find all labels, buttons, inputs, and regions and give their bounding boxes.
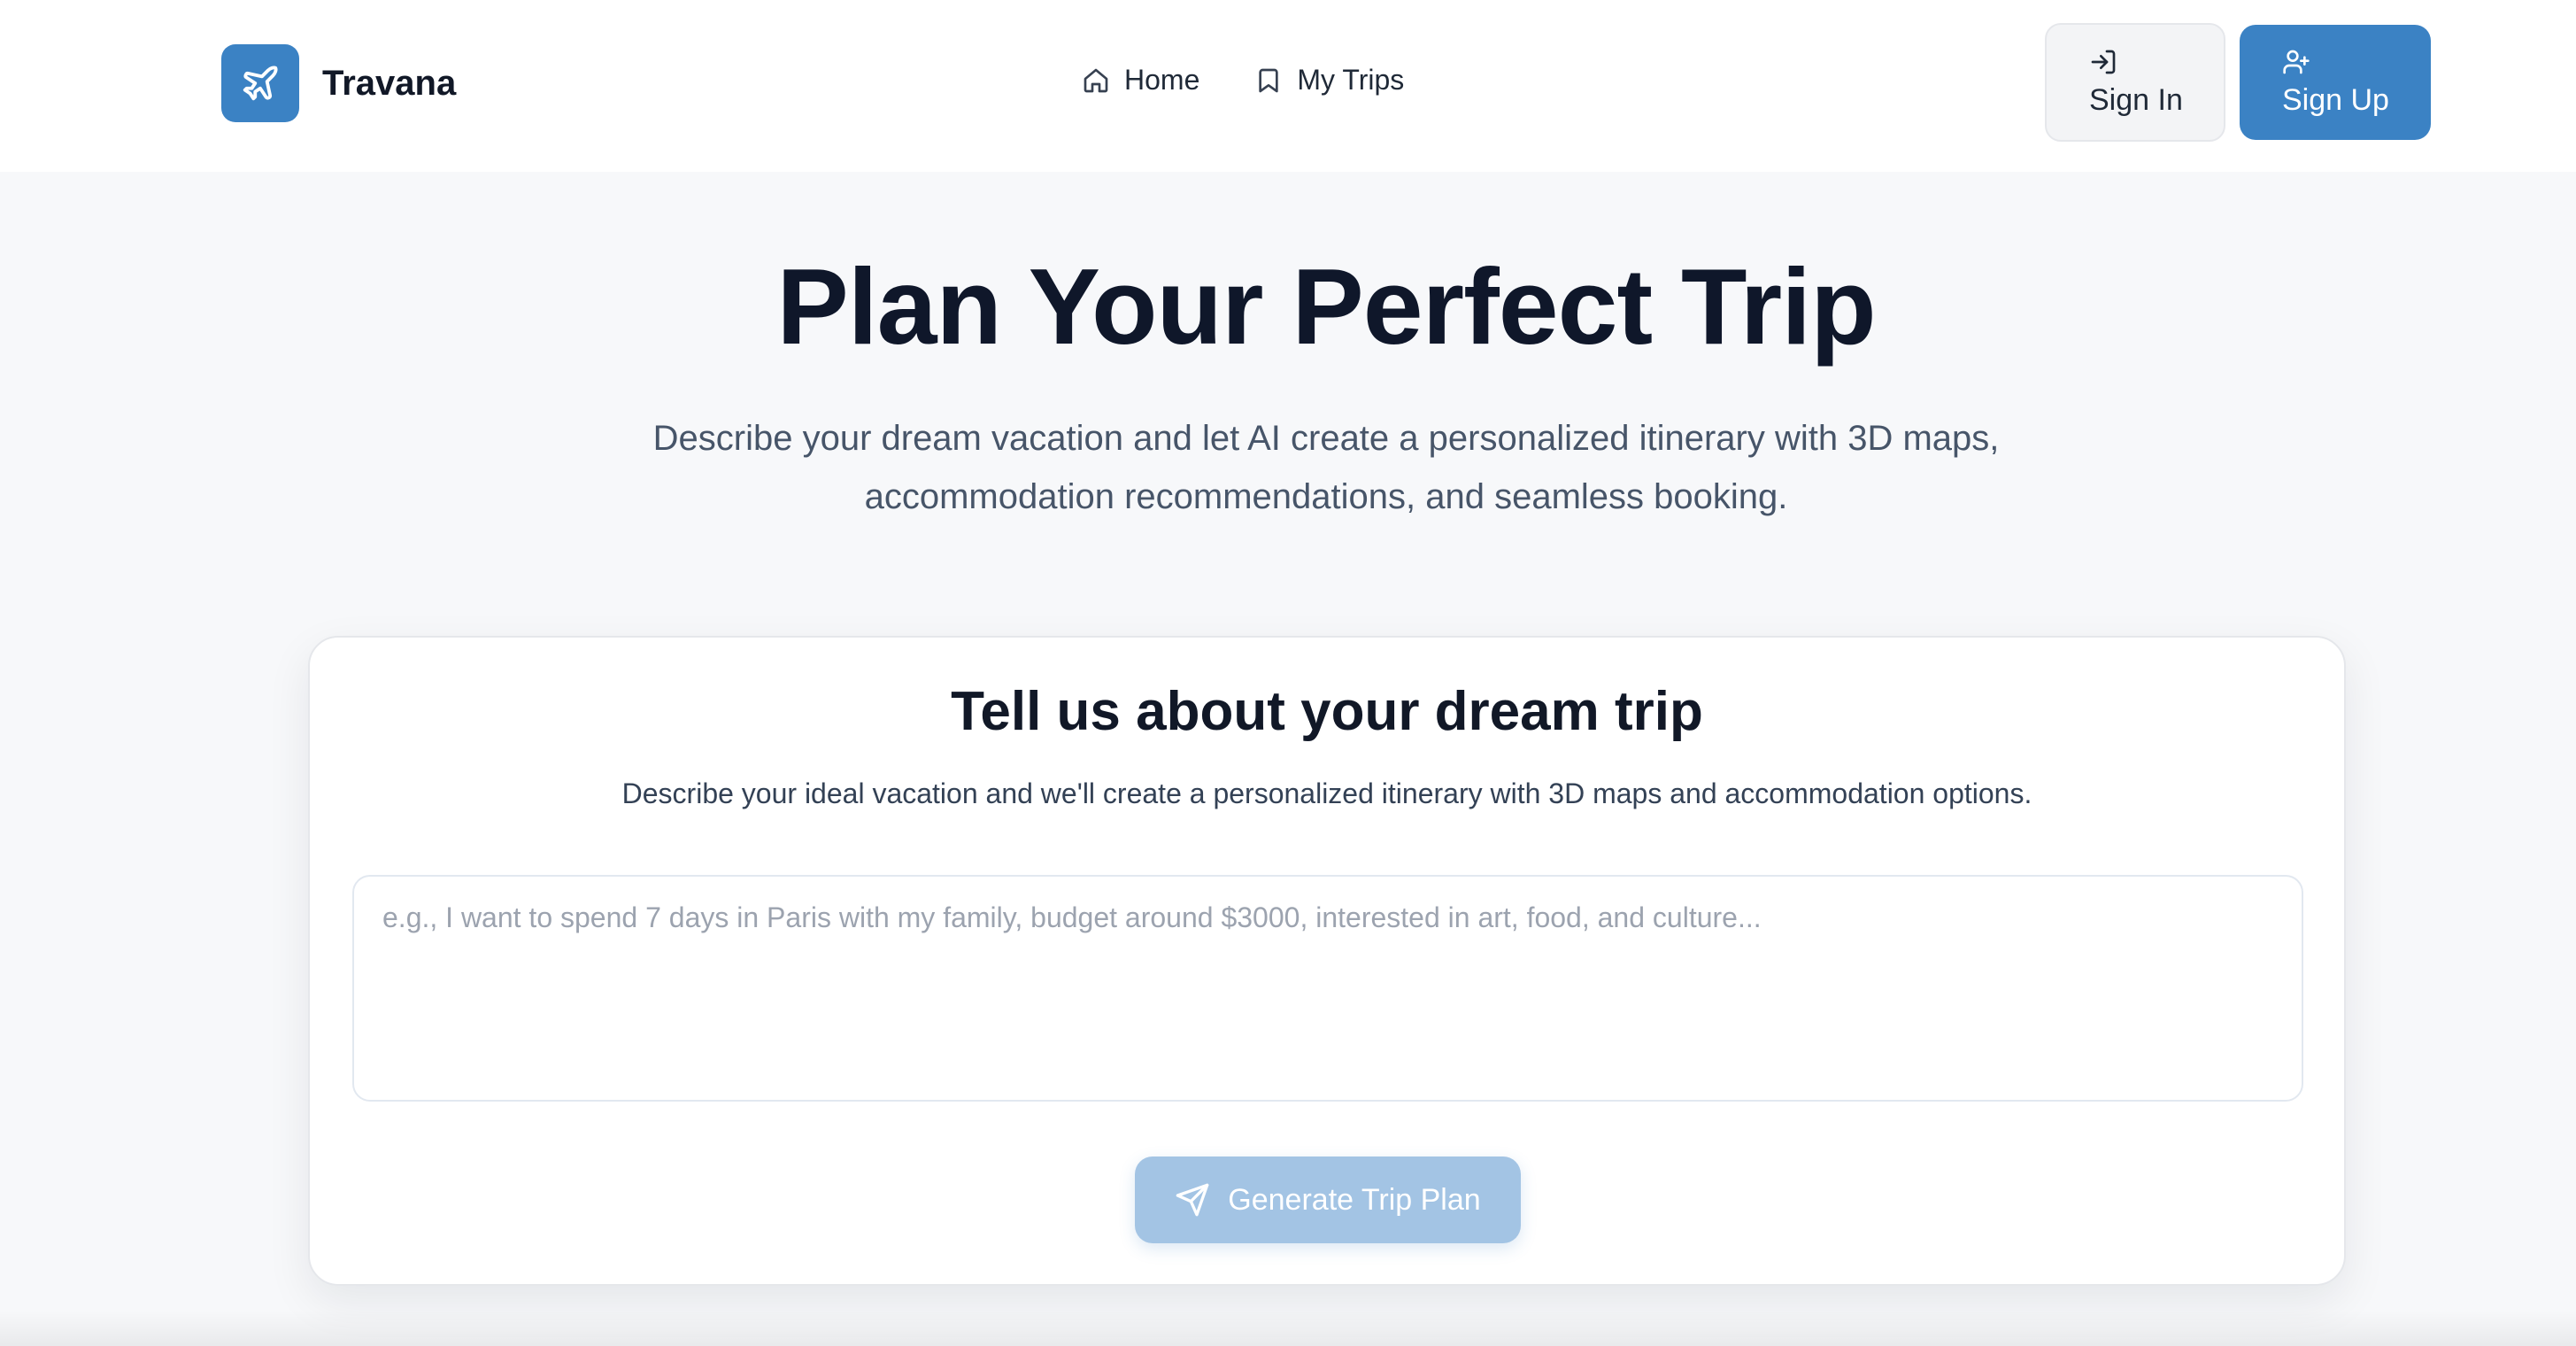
bottom-shadow — [0, 1311, 2576, 1346]
sign-up-button[interactable]: Sign Up — [2240, 25, 2431, 140]
brand-logo — [221, 44, 299, 122]
trip-form-title: Tell us about your dream trip — [951, 681, 1703, 742]
generate-trip-plan-button[interactable]: Generate Trip Plan — [1135, 1156, 1521, 1243]
plane-icon — [243, 66, 278, 101]
brand[interactable]: Travana — [221, 44, 456, 122]
page-title: Plan Your Perfect Trip — [776, 246, 1876, 367]
nav-item-home[interactable]: Home — [1082, 64, 1199, 97]
log-in-icon — [2091, 50, 2116, 73]
home-icon — [1084, 68, 1108, 92]
trip-description-input[interactable] — [352, 875, 2303, 1102]
sign-up-label: Sign Up — [2282, 82, 2389, 117]
sign-in-button[interactable]: Sign In — [2045, 23, 2225, 142]
bookmark-icon — [1259, 68, 1279, 92]
nav-item-label: My Trips — [1297, 64, 1405, 96]
nav-item-label: Home — [1124, 64, 1200, 96]
send-icon — [1176, 1183, 1209, 1217]
trip-form-description: Describe your ideal vacation and we'll c… — [621, 777, 2032, 809]
main-nav: Home My Trips — [1082, 64, 1404, 97]
generate-trip-plan-label: Generate Trip Plan — [1228, 1182, 1481, 1217]
brand-name: Travana — [322, 63, 457, 103]
user-plus-icon — [2283, 50, 2310, 73]
sign-in-label: Sign In — [2089, 82, 2183, 117]
trip-form-card: Tell us about your dream trip Describe y… — [308, 636, 2346, 1286]
nav-item-my-trips[interactable]: My Trips — [1254, 64, 1404, 97]
top-header: Travana Home My Trips Sign In Sign Up — [0, 0, 2576, 172]
page-subtitle: Describe your dream vacation and let AI … — [652, 419, 2000, 516]
